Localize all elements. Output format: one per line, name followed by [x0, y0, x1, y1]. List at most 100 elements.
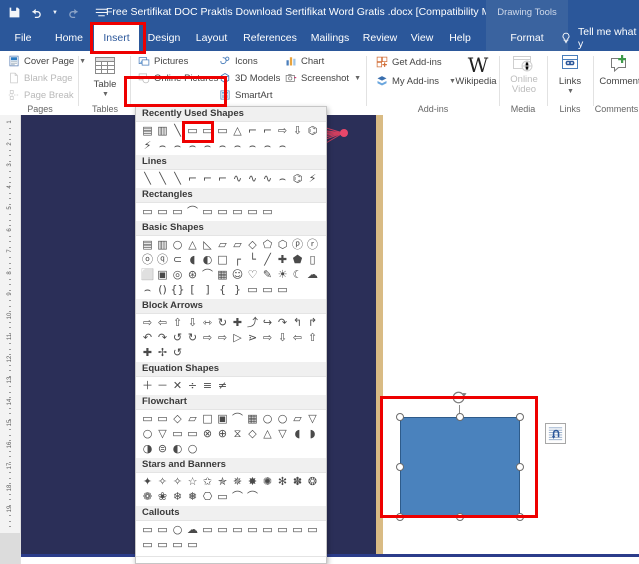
gallery-shape-item[interactable]: ⇧ — [306, 331, 319, 344]
chevron-down-icon[interactable]: ▼ — [567, 87, 574, 97]
gallery-shape-item[interactable]: ⌬ — [291, 172, 304, 185]
gallery-shape-row[interactable]: ▭ ▭ ◇ ▱ □ ▣ ⌒ ▦ ○ ○ ▱ ▽ ○ ▽ ▭ ▭ ⊗ ⊕ ⧖ ◇ △ ▽ ◖ ◗ ◑ ⊜ ◐ ○ — [136, 410, 326, 458]
gallery-shape-item[interactable]: ⌒ — [246, 490, 259, 503]
gallery-shape-item[interactable]: ◗ — [306, 427, 319, 440]
tab-layout[interactable]: Layout — [189, 25, 234, 51]
gallery-shape-item[interactable]: ↰ — [291, 316, 304, 329]
tab-view[interactable]: View — [404, 25, 440, 51]
gallery-shape-item[interactable]: △ — [261, 427, 274, 440]
gallery-shape-item[interactable]: ⌐ — [216, 172, 229, 185]
my-addins-button[interactable]: My Add-ins ▼ — [376, 75, 456, 87]
gallery-shape-item[interactable]: ⓡ — [306, 238, 319, 251]
gallery-shape-item[interactable]: ▯ — [306, 253, 319, 266]
gallery-shape-item[interactable]: ▱ — [186, 412, 199, 425]
gallery-shape-item[interactable]: ✧ — [171, 475, 184, 488]
gallery-shape-item[interactable]: ▭ — [246, 283, 259, 296]
gallery-shape-item[interactable]: ❄ — [171, 490, 184, 503]
gallery-shape-item[interactable]: ▭ — [276, 523, 289, 536]
gallery-shape-item[interactable]: ⇧ — [171, 316, 184, 329]
gallery-shape-item[interactable]: ▭ — [201, 205, 214, 218]
gallery-shape-item[interactable]: ▦ — [216, 268, 229, 281]
gallery-shape-item[interactable]: ÷ — [186, 379, 199, 392]
gallery-shape-item[interactable]: ❂ — [306, 475, 319, 488]
gallery-shape-item[interactable]: ╲ — [141, 172, 154, 185]
gallery-shape-item[interactable]: ⬡ — [276, 238, 289, 251]
gallery-shape-item[interactable]: ✸ — [246, 475, 259, 488]
gallery-shape-item[interactable]: ⤴ — [246, 316, 259, 329]
tab-home[interactable]: Home — [48, 25, 90, 51]
gallery-shape-item[interactable]: ⚡ — [141, 139, 154, 152]
gallery-shape-item[interactable]: ⓞ — [141, 253, 154, 266]
gallery-shape-row[interactable]: ▭ ▭ ▭ ⌒ ▭ ▭ ▭ ▭ ▭ — [136, 203, 326, 221]
gallery-shape-item[interactable]: ▭ — [141, 205, 154, 218]
table-button[interactable]: Table ▼ — [87, 55, 123, 100]
gallery-shape-item[interactable]: ⊕ — [216, 427, 229, 440]
gallery-shape-item[interactable]: □ — [216, 253, 229, 266]
gallery-shape-item[interactable]: ↻ — [186, 331, 199, 344]
blank-page-button[interactable]: Blank Page — [8, 72, 73, 84]
gallery-shape-item[interactable]: ⋗ — [246, 331, 259, 344]
tab-mailings[interactable]: Mailings — [304, 25, 356, 51]
gallery-shape-item[interactable]: ▱ — [231, 238, 244, 251]
gallery-shape-item[interactable]: ⌬ — [306, 124, 319, 137]
gallery-shape-item[interactable]: ⌢ — [141, 283, 154, 296]
gallery-shape-item[interactable]: ✺ — [261, 475, 274, 488]
gallery-shape-row[interactable]: ＋ － ✕ ÷ ≡ ≠ — [136, 377, 326, 395]
new-drawing-canvas-item[interactable]: New Drawing Canvas — [136, 556, 326, 563]
gallery-shape-item[interactable]: ⇩ — [291, 124, 304, 137]
undo-icon[interactable] — [30, 6, 43, 19]
gallery-shape-item[interactable]: ✧ — [156, 475, 169, 488]
gallery-shape-item[interactable]: ✎ — [261, 268, 274, 281]
gallery-shape-item[interactable]: ☁ — [186, 523, 199, 536]
gallery-shape-item[interactable]: ⌐ — [201, 172, 214, 185]
gallery-shape-item[interactable]: ↺ — [171, 346, 184, 359]
gallery-shape-item[interactable]: ◖ — [291, 427, 304, 440]
gallery-shape-item[interactable]: ▭ — [276, 283, 289, 296]
gallery-shape-item[interactable]: ] — [201, 283, 214, 296]
gallery-shape-item[interactable]: ⇩ — [276, 331, 289, 344]
gallery-shape-item[interactable]: ⊜ — [156, 442, 169, 455]
gallery-shape-item[interactable]: ▥ — [156, 124, 169, 137]
gallery-shape-item[interactable]: } — [231, 283, 244, 296]
gallery-shape-item[interactable]: ✽ — [291, 475, 304, 488]
document-canvas[interactable] — [21, 115, 639, 564]
gallery-shape-item[interactable]: ⎔ — [201, 490, 214, 503]
3d-models-button[interactable]: 3D Models — [219, 72, 280, 84]
gallery-shape-item[interactable]: ≠ — [216, 379, 229, 392]
gallery-shape-item[interactable]: ∿ — [231, 172, 244, 185]
gallery-shape-item[interactable]: ⌒ — [231, 490, 244, 503]
comment-button[interactable]: Comment — [598, 54, 639, 87]
tab-format[interactable]: Format — [486, 25, 568, 51]
chevron-down-icon[interactable]: ▼ — [354, 75, 361, 82]
tab-references[interactable]: References — [236, 25, 304, 51]
gallery-shape-item[interactable]: ⌢ — [276, 139, 289, 152]
gallery-shape-item[interactable]: ▦ — [246, 412, 259, 425]
tab-insert[interactable]: Insert — [94, 25, 139, 51]
tell-me-box[interactable]: Tell me what y — [560, 25, 639, 51]
shapes-gallery-flyout[interactable]: Recently Used Shapes ▤ ▥ ╲ ▭ ▭ ▭ △ ⌐ ⌐ ⇨ ⇩ ⌬ ⚡ ⌢ ⌢ ⌢ ⌢ ⌢ ⌢… — [135, 106, 327, 564]
pictures-button[interactable]: Pictures — [138, 55, 188, 67]
gallery-shape-row[interactable]: ╲ ╲ ╲ ⌐ ⌐ ⌐ ∿ ∿ ∿ ⌢ ⌬ ⚡ — [136, 170, 326, 188]
gallery-shape-item[interactable]: ⬜ — [141, 268, 155, 281]
gallery-shape-item[interactable]: ◇ — [246, 427, 259, 440]
gallery-shape-item[interactable]: ⌐ — [186, 172, 199, 185]
gallery-shape-item[interactable]: ⚡ — [306, 172, 319, 185]
gallery-shape-row[interactable]: ▤ ▥ ╲ ▭ ▭ ▭ △ ⌐ ⌐ ⇨ ⇩ ⌬ ⚡ ⌢ ⌢ ⌢ ⌢ ⌢ ⌢ ⌢ ⌢ ⌢ — [136, 122, 326, 155]
gallery-shape-item[interactable]: □ — [201, 412, 214, 425]
gallery-shape-item[interactable]: ⌢ — [156, 139, 169, 152]
gallery-shape-item[interactable]: ☁ — [306, 268, 319, 281]
gallery-shape-item[interactable]: { — [216, 283, 229, 296]
gallery-shape-item[interactable]: ✚ — [141, 346, 154, 359]
gallery-shape-item[interactable]: ▭ — [246, 523, 259, 536]
gallery-shape-item[interactable]: ▭ — [216, 490, 229, 503]
gallery-shape-item[interactable]: ▭ — [141, 412, 154, 425]
gallery-shape-item[interactable]: ▭ — [246, 205, 259, 218]
gallery-shape-item[interactable]: ↷ — [276, 316, 289, 329]
gallery-shape-item[interactable]: ▭ — [141, 538, 154, 551]
redo-icon[interactable] — [67, 6, 80, 19]
gallery-shape-item[interactable]: ✚ — [231, 316, 244, 329]
gallery-shape-item[interactable]: ⓟ — [291, 238, 304, 251]
resize-handle-n[interactable] — [456, 413, 464, 421]
gallery-shape-item[interactable]: ◐ — [171, 442, 184, 455]
gallery-shape-item[interactable]: ⬠ — [261, 238, 274, 251]
